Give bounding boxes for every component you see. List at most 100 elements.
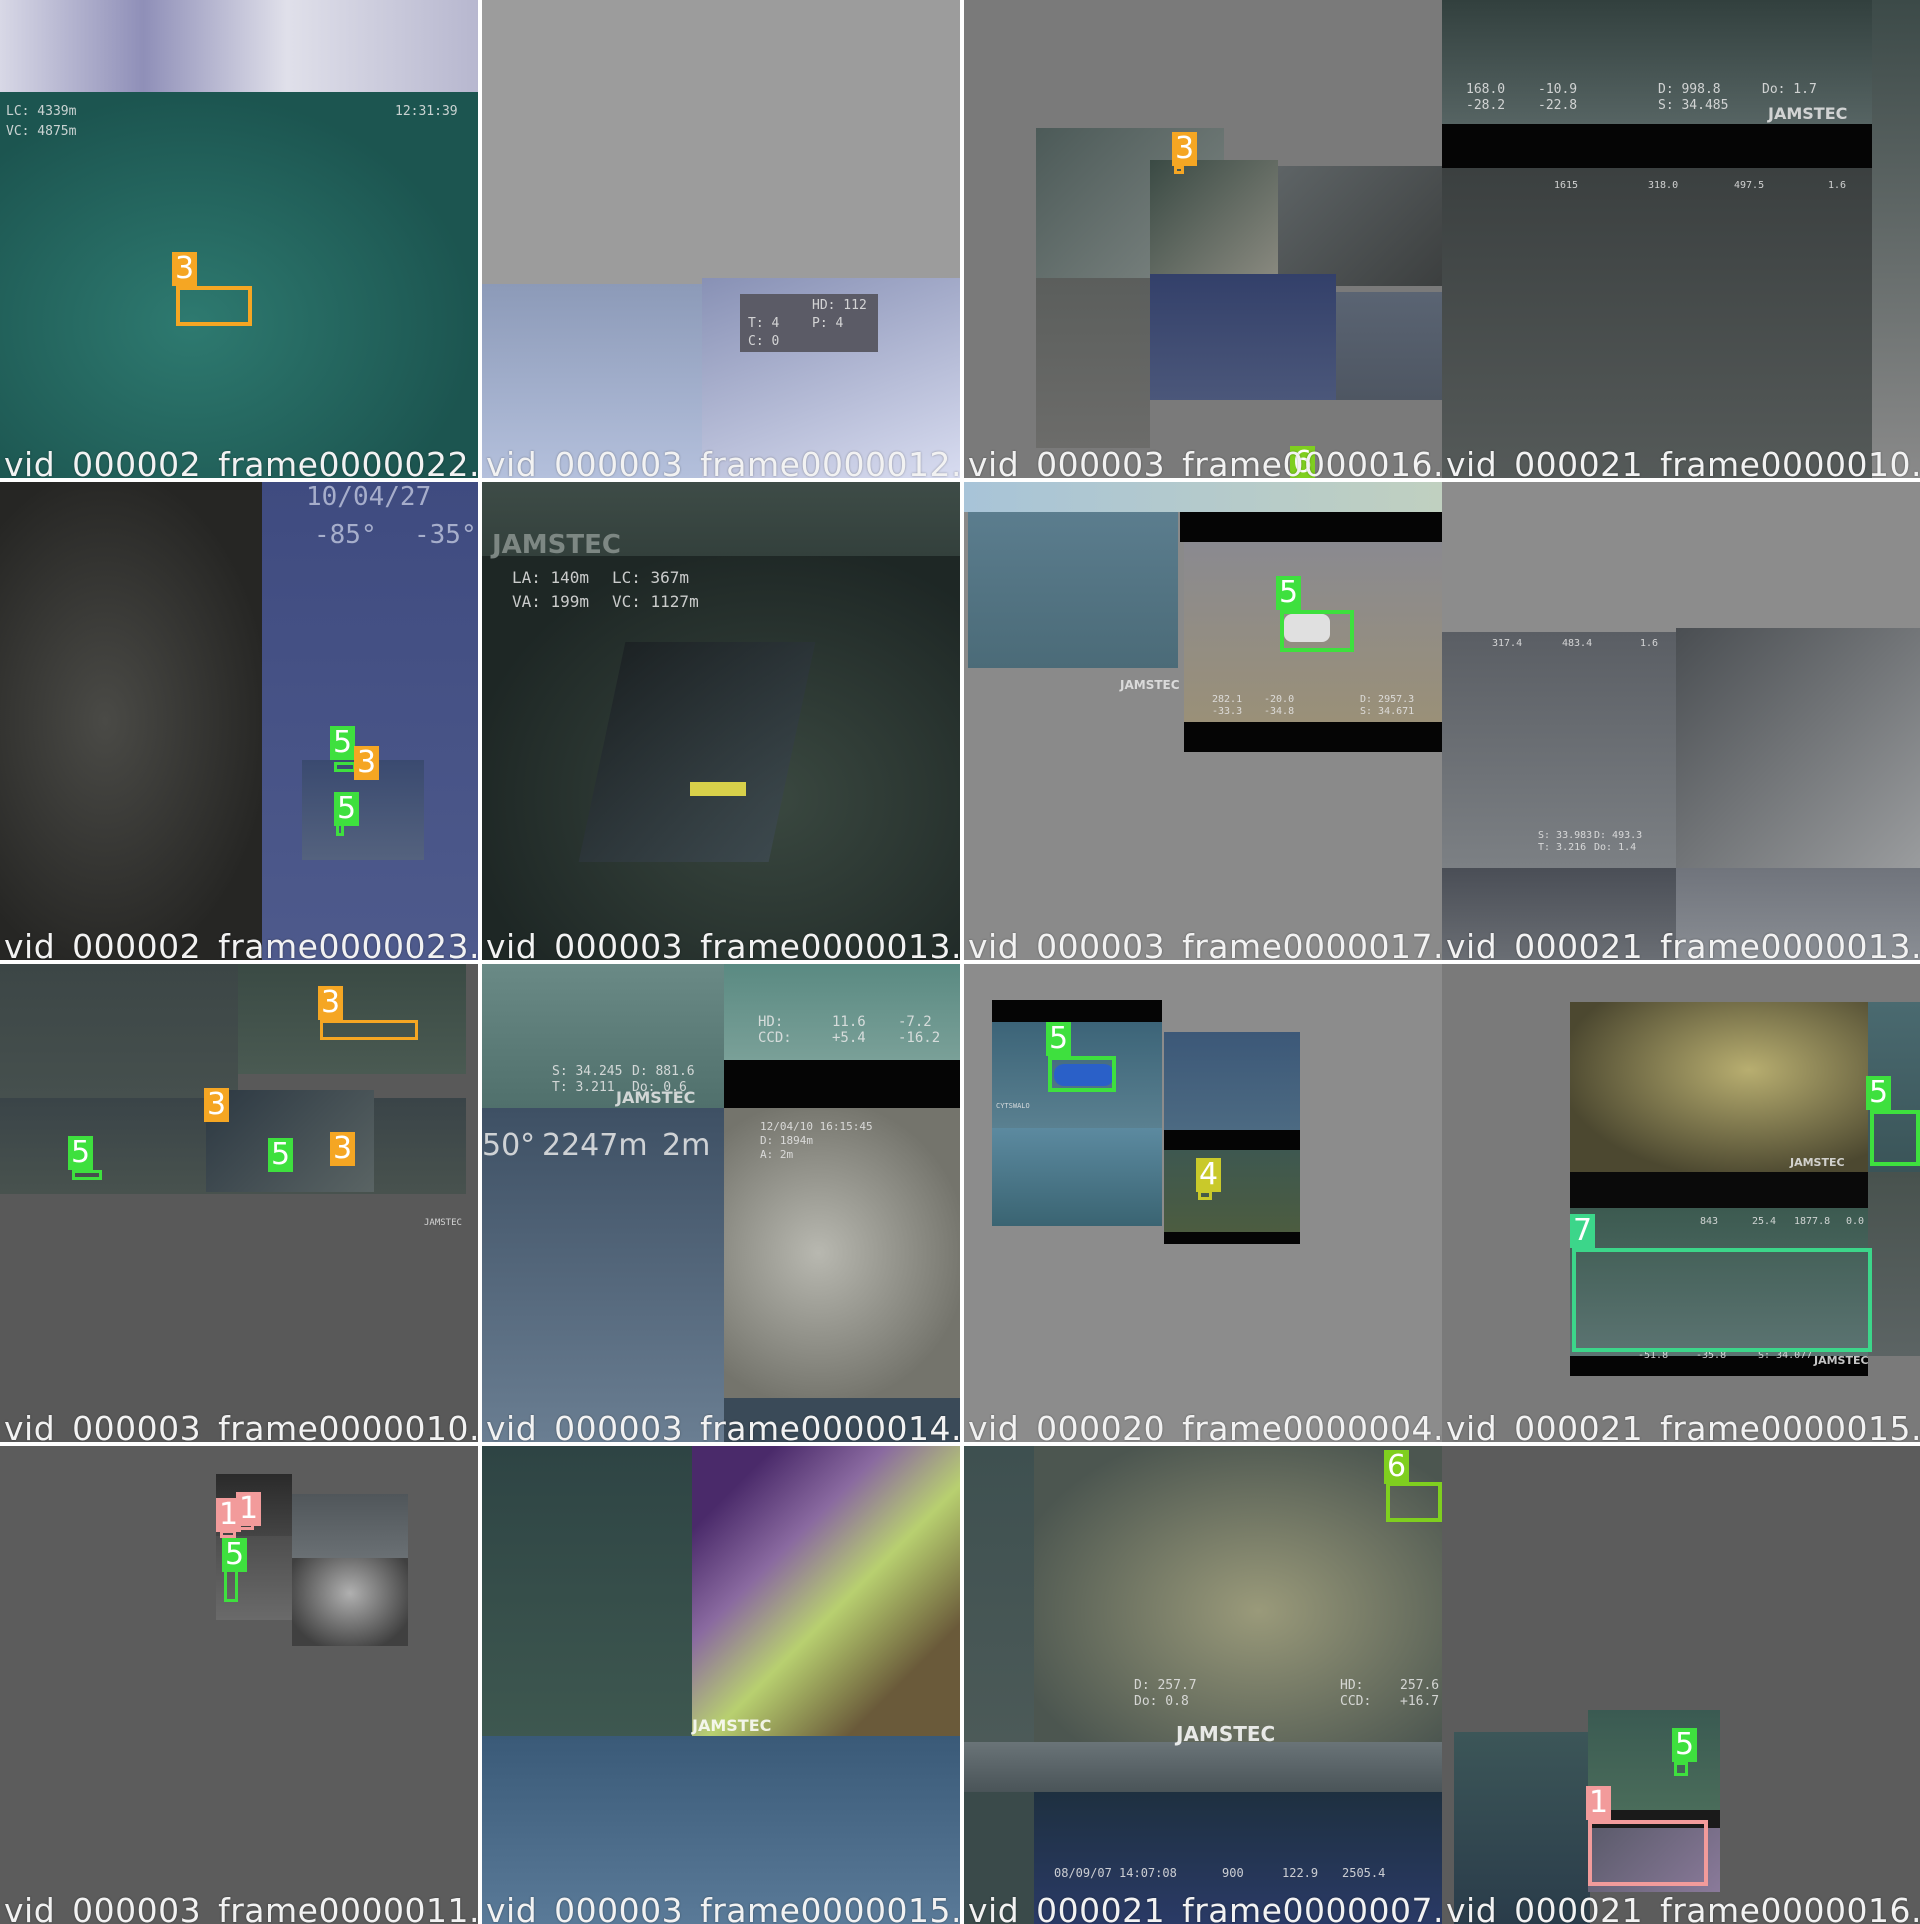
overlay-text: T: 4 [748, 316, 780, 331]
overlay-text: -85° [314, 520, 377, 550]
mosaic-tile: 317.4 483.4 1.6 S: 33.983 D: 493.3 T: 3.… [1442, 482, 1920, 960]
overlay-text: D: 2957.3 [1360, 694, 1415, 705]
overlay-text: CCD: [758, 1030, 792, 1046]
frame-image [1336, 292, 1442, 400]
mosaic-tile: CYTSWALO 5 4 vid_000020_frame0000004.jpg [964, 964, 1442, 1442]
overlay-text: D: 493.3 [1594, 830, 1643, 841]
detection-label: 1 [236, 1492, 262, 1526]
tile-caption: vid_000003_frame0000012.jpg [486, 445, 960, 478]
detection-label: 5 [1276, 576, 1302, 610]
detection-label: 5 [1866, 1076, 1892, 1110]
detection-label: 5 [330, 726, 356, 760]
tile-caption: vid_000021_frame0000016.jpg [1446, 1891, 1920, 1924]
overlay-text: LA: 140m [512, 568, 590, 587]
frame-image [964, 1446, 1034, 1746]
frame-image [1442, 124, 1872, 168]
tile-caption: vid_000002_frame0000023.jpg [4, 927, 478, 960]
frame-image [238, 964, 466, 1074]
overlay-text: Do: 1.7 [1762, 82, 1817, 97]
detection-label: 1 [1586, 1786, 1612, 1820]
overlay-text: JAMSTEC [616, 1088, 696, 1107]
overlay-text: 1.6 [1640, 638, 1659, 649]
frame-image [1184, 722, 1442, 752]
mosaic-tile: JAMSTEC LC: 367m LA: 140m VC: 1127m VA: … [482, 482, 960, 960]
overlay-text: D: 257.7 [1134, 1678, 1197, 1693]
overlay-text: S: 33.983 [1538, 830, 1593, 841]
overlay-text: HD: [758, 1014, 784, 1030]
mosaic-tile: 3 6 vid_000003_frame0000016.jpg [964, 0, 1442, 478]
detection-box [72, 1170, 102, 1180]
frame-image [0, 964, 238, 1098]
detection-box [176, 286, 252, 326]
overlay-text: 1615 [1554, 180, 1579, 191]
overlay-text: -20.0 [1264, 694, 1295, 705]
frame-image [1034, 1446, 1442, 1746]
overlay-text: 2505.4 [1342, 1866, 1386, 1880]
mosaic-tile: JAMSTEC 3 3 5 5 3 vid_000003_frame000001… [0, 964, 478, 1442]
mosaic-tile: JAMSTEC 282.1 -33.3 -20.0 -34.8 D: 2957.… [964, 482, 1442, 960]
detection-box [1386, 1482, 1442, 1522]
detection-label: 7 [1570, 1214, 1596, 1248]
detection-label: 5 [1672, 1728, 1698, 1762]
overlay-text: 1.6 [1828, 180, 1847, 191]
frame-image [724, 1060, 960, 1108]
overlay-text: D: 881.6 [632, 1064, 695, 1079]
frame-image [692, 1446, 960, 1736]
overlay-text: Do: 1.4 [1594, 842, 1637, 853]
overlay-text: JAMSTEC [1120, 678, 1180, 692]
frame-image [1180, 512, 1442, 542]
mosaic-tile: D: 257.7 Do: 0.8 HD: CCD: 257.6 +16.7 JA… [964, 1446, 1442, 1924]
frame-image [1868, 1172, 1920, 1356]
overlay-text: LC: 4339m [6, 104, 77, 119]
tile-caption: vid_000002_frame0000022.jpg [4, 445, 478, 478]
overlay-text: T: 3.216 [1538, 842, 1587, 853]
overlay-text: S: 34.671 [1360, 706, 1415, 717]
tile-caption: vid_000003_frame0000010.jpg [4, 1409, 478, 1442]
detection-box [1280, 610, 1354, 652]
tile-caption: vid_000021_frame0000007.jpg [968, 1891, 1442, 1924]
frame-image [482, 1446, 692, 1742]
detection-label: 5 [1046, 1022, 1072, 1056]
detection-box [1048, 1056, 1116, 1092]
overlay-text: HD: 112 [812, 298, 867, 313]
overlay-text: T: 3.211 [552, 1080, 615, 1095]
overlay-text: 282.1 [1212, 694, 1243, 705]
detection-label: 3 [204, 1088, 230, 1122]
overlay-text: -10.9 [1538, 82, 1578, 97]
overlay-text: P: 4 [812, 316, 844, 331]
frame-image [1164, 1032, 1300, 1130]
frame-image [1164, 1150, 1300, 1232]
overlay-text: Do: 0.8 [1134, 1694, 1189, 1709]
overlay-text: 318.0 [1648, 180, 1679, 191]
frame-image [1570, 1002, 1868, 1172]
mosaic-tile: 12:31:39 LC: 4339m VC: 4875m 3 vid_00000… [0, 0, 478, 478]
overlay-text: -34.8 [1264, 706, 1295, 717]
tile-caption: vid_000021_frame0000015.jpg [1446, 1409, 1920, 1442]
overlay-text: VC: 1127m [612, 592, 699, 611]
overlay-text: +16.7 [1400, 1694, 1440, 1709]
overlay-text: CCD: [1340, 1694, 1372, 1709]
overlay-text: JAMSTEC [1814, 1354, 1869, 1367]
mosaic-tile: JAMSTEC vid_000003_frame0000015.jpg [482, 1446, 960, 1924]
overlay-text: 12/04/10 16:15:45 [760, 1120, 873, 1133]
tile-caption: vid_000003_frame0000016.jpg [968, 445, 1442, 478]
overlay-text: JAMSTEC [692, 1716, 772, 1735]
overlay-text: LC: 367m [612, 568, 690, 587]
overlay-text: C: 0 [748, 334, 780, 349]
frame-image [1164, 1232, 1300, 1244]
overlay-text: 843 [1700, 1216, 1719, 1227]
detection-label: 4 [1196, 1158, 1222, 1192]
detection-box [1588, 1820, 1708, 1886]
frame-image [1676, 628, 1920, 868]
mosaic-tile: HD: 112 P: 4 T: 4 C: 0 vid_000003_frame0… [482, 0, 960, 478]
overlay-text: -16.2 [898, 1030, 941, 1046]
overlay-text: -7.2 [898, 1014, 932, 1030]
overlay-text: JAMSTEC [424, 1218, 462, 1228]
overlay-text: D: 998.8 [1658, 82, 1721, 97]
overlay-text: 50° [482, 1128, 536, 1163]
frame-image [262, 482, 478, 960]
detection-label: 5 [68, 1136, 94, 1170]
detection-label: 3 [1172, 132, 1198, 166]
detection-label: 6 [1384, 1450, 1410, 1484]
overlay-text: 900 [1222, 1866, 1244, 1880]
